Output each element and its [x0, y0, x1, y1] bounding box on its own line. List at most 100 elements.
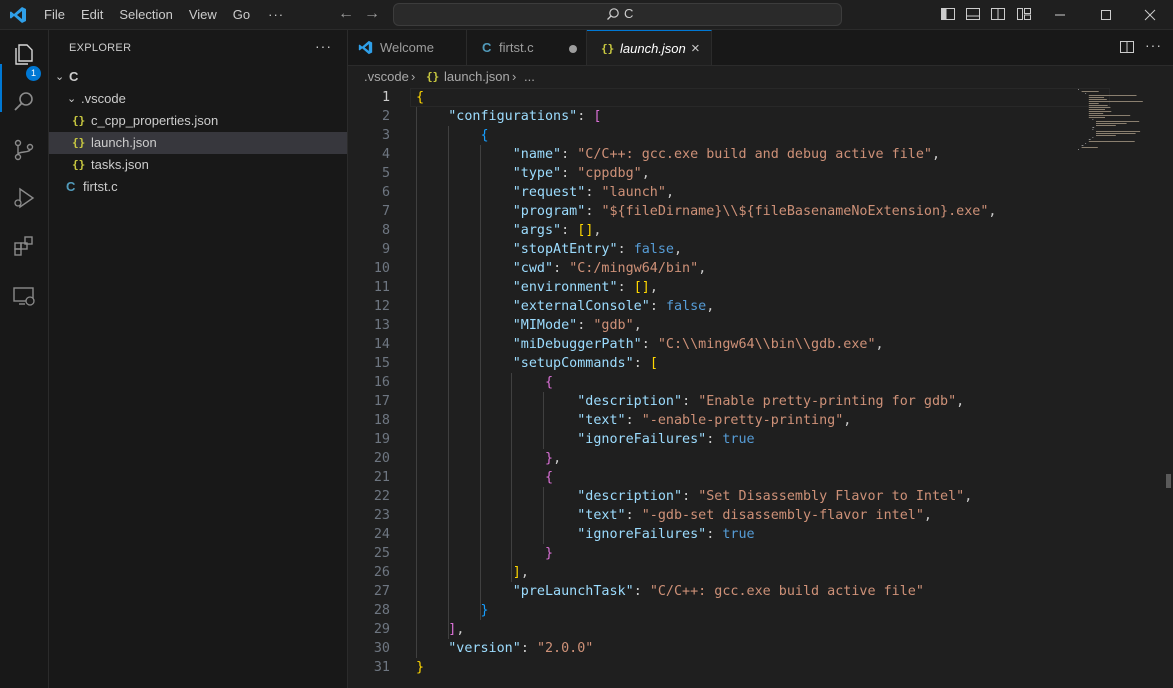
activity-explorer[interactable]: 1	[0, 40, 48, 81]
code-line[interactable]: 21 {	[348, 468, 1173, 487]
tree-file-firtst-c[interactable]: C firtst.c	[49, 176, 347, 198]
menu-edit[interactable]: Edit	[73, 0, 111, 29]
maximize-button[interactable]	[1083, 0, 1129, 29]
line-number: 3	[381, 128, 390, 143]
code-text: "miDebuggerPath": "C:\\mingw64\\bin\\gdb…	[512, 337, 884, 352]
code-line[interactable]: 6 "request": "launch",	[348, 183, 1173, 202]
code-line[interactable]: 2 "configurations": [	[348, 107, 1173, 126]
code-line[interactable]: 13 "MIMode": "gdb",	[348, 316, 1173, 335]
line-number: 13	[373, 318, 390, 333]
code-line[interactable]: 27 "preLaunchTask": "C/C++: gcc.exe buil…	[348, 582, 1173, 601]
minimap-line	[1078, 89, 1079, 90]
code-line[interactable]: 8 "args": [],	[348, 221, 1173, 240]
code-line[interactable]: 17 "description": "Enable pretty-printin…	[348, 392, 1173, 411]
explorer-more-actions-button[interactable]: ···	[315, 38, 332, 54]
code-text: "stopAtEntry": false,	[512, 242, 683, 257]
editor-more-actions-button[interactable]: ···	[1145, 37, 1162, 53]
breadcrumb-folder[interactable]: .vscode	[364, 66, 409, 88]
line-number: 14	[373, 337, 390, 352]
run-debug-icon[interactable]	[12, 186, 36, 210]
code-text: "type": "cppdbg",	[512, 166, 650, 181]
split-editor-icon[interactable]	[1119, 39, 1135, 55]
toggle-panel-icon[interactable]	[965, 6, 981, 22]
code-line[interactable]: 22 "description": "Set Disassembly Flavo…	[348, 487, 1173, 506]
code-line[interactable]: 23 "text": "-gdb-set disassembly-flavor …	[348, 506, 1173, 525]
code-line[interactable]: 4 "name": "C/C++: gcc.exe build and debu…	[348, 145, 1173, 164]
tree-file-launch-json[interactable]: {} launch.json	[49, 132, 347, 154]
code-text: "args": [],	[512, 223, 602, 238]
tree-folder-vscode[interactable]: ⌄ .vscode	[49, 88, 347, 110]
toggle-secondary-sidebar-icon[interactable]	[990, 6, 1006, 22]
code-line[interactable]: 18 "text": "-enable-pretty-printing",	[348, 411, 1173, 430]
line-number: 24	[373, 527, 390, 542]
back-arrow-icon[interactable]: ←	[335, 4, 357, 24]
code-line[interactable]: 25 }	[348, 544, 1173, 563]
code-line[interactable]: 26 ],	[348, 563, 1173, 582]
minimize-button[interactable]	[1037, 0, 1083, 29]
line-number: 28	[373, 603, 390, 618]
code-line[interactable]: 20 },	[348, 449, 1173, 468]
minimap-line	[1088, 97, 1105, 98]
menu-selection[interactable]: Selection	[111, 0, 180, 29]
minimap-line	[1085, 93, 1087, 94]
code-text: }	[416, 660, 425, 675]
explorer-sidebar: EXPLORER ··· ⌄ C ⌄ .vscode {} c_cpp_prop…	[49, 30, 348, 688]
vscode-logo-icon	[358, 40, 373, 55]
tab-launch-json[interactable]: {} launch.json ×	[587, 30, 712, 65]
breadcrumb-symbol[interactable]: ...	[524, 66, 535, 88]
code-text: "cwd": "C:/mingw64/bin",	[512, 261, 707, 276]
tab-welcome[interactable]: Welcome	[348, 30, 467, 65]
code-line[interactable]: 3 {	[348, 126, 1173, 145]
minimap[interactable]	[1076, 88, 1166, 153]
code-line[interactable]: 15 "setupCommands": [	[348, 354, 1173, 373]
code-editor[interactable]: 1{2 "configurations": [3 {4 "name": "C/C…	[348, 88, 1173, 688]
unsaved-dot-icon[interactable]	[569, 45, 577, 53]
code-text: "MIMode": "gdb",	[512, 318, 642, 333]
code-line[interactable]: 31}	[348, 658, 1173, 677]
close-window-button[interactable]	[1127, 0, 1173, 29]
code-line[interactable]: 24 "ignoreFailures": true	[348, 525, 1173, 544]
code-line[interactable]: 28 }	[348, 601, 1173, 620]
code-line[interactable]: 1{	[348, 88, 1173, 107]
code-line[interactable]: 19 "ignoreFailures": true	[348, 430, 1173, 449]
forward-arrow-icon[interactable]: →	[361, 4, 383, 24]
code-line[interactable]: 29 ],	[348, 620, 1173, 639]
command-center-search[interactable]: C	[393, 3, 842, 26]
menu-view[interactable]: View	[181, 0, 225, 29]
minimap-line	[1092, 127, 1095, 128]
code-line[interactable]: 12 "externalConsole": false,	[348, 297, 1173, 316]
tree-file-tasks-json[interactable]: {} tasks.json	[49, 154, 347, 176]
extensions-icon[interactable]	[12, 234, 36, 258]
files-icon	[15, 44, 33, 65]
breadcrumb-file[interactable]: launch.json	[444, 66, 510, 88]
search-view-icon[interactable]	[12, 90, 36, 114]
code-line[interactable]: 7 "program": "${fileDirname}\\${fileBase…	[348, 202, 1173, 221]
c-file-icon: C	[66, 179, 76, 194]
tab-firtst-c[interactable]: C firtst.c	[467, 30, 587, 65]
customize-layout-icon[interactable]	[1016, 6, 1032, 22]
code-line[interactable]: 11 "environment": [],	[348, 278, 1173, 297]
menu-go[interactable]: Go	[225, 0, 258, 29]
line-number: 5	[381, 166, 390, 181]
line-number: 23	[373, 508, 390, 523]
code-line[interactable]: 9 "stopAtEntry": false,	[348, 240, 1173, 259]
code-line[interactable]: 10 "cwd": "C:/mingw64/bin",	[348, 259, 1173, 278]
tree-folder-c[interactable]: ⌄ C	[49, 66, 347, 88]
line-number: 7	[381, 204, 390, 219]
menu-more-button[interactable]: ···	[258, 7, 294, 22]
code-line[interactable]: 14 "miDebuggerPath": "C:\\mingw64\\bin\\…	[348, 335, 1173, 354]
code-line[interactable]: 16 {	[348, 373, 1173, 392]
remote-explorer-icon[interactable]	[12, 284, 36, 308]
minimap-line	[1096, 135, 1116, 136]
minimap-line	[1081, 147, 1098, 148]
toggle-primary-sidebar-icon[interactable]	[940, 6, 956, 22]
code-line[interactable]: 5 "type": "cppdbg",	[348, 164, 1173, 183]
code-line[interactable]: 30 "version": "2.0.0"	[348, 639, 1173, 658]
minimap-line	[1088, 99, 1107, 100]
menu-file[interactable]: File	[36, 0, 73, 29]
vertical-scrollbar[interactable]	[1166, 474, 1171, 488]
source-control-icon[interactable]	[12, 138, 36, 162]
close-tab-icon[interactable]: ×	[691, 31, 700, 66]
minimap-line	[1088, 105, 1108, 106]
tree-file-c-cpp-properties[interactable]: {} c_cpp_properties.json	[49, 110, 347, 132]
